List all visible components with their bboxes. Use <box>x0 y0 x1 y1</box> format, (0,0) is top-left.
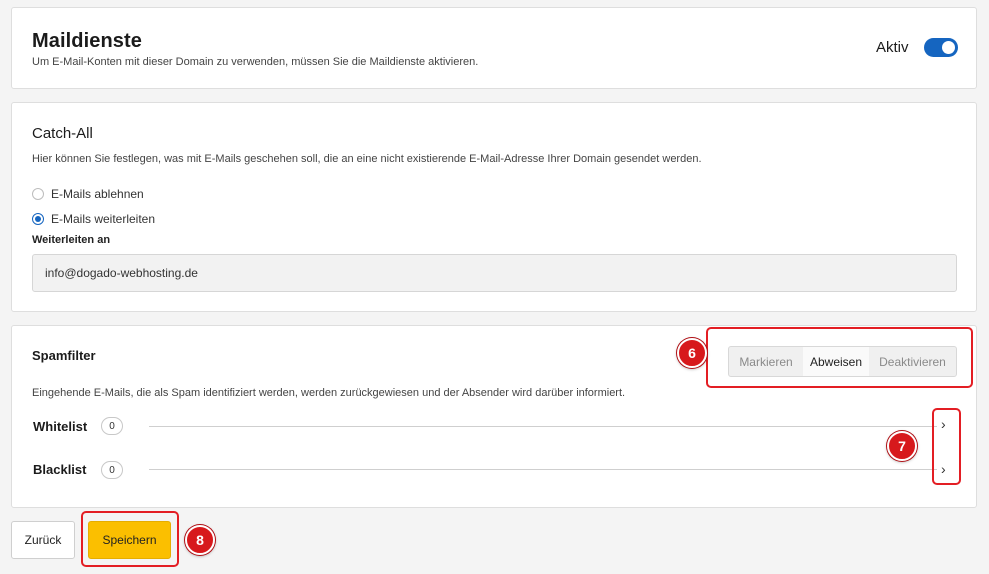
maildienste-title: Maildienste <box>32 30 143 52</box>
whitelist-count-badge: 0 <box>101 417 123 435</box>
whitelist-divider <box>149 426 937 427</box>
spamfilter-description: Eingehende E-Mails, die als Spam identif… <box>32 387 626 399</box>
forward-label: Weiterleiten an <box>32 234 111 246</box>
maildienste-card: Maildienste Um E-Mail-Konten mit dieser … <box>11 7 977 89</box>
radio-weiterleiten-label: E-Mails weiterleiten <box>51 212 156 226</box>
radio-ablehnen[interactable] <box>32 188 44 200</box>
blacklist-count-badge: 0 <box>101 461 123 479</box>
whitelist-count: 0 <box>109 420 115 432</box>
catch-all-description: Hier können Sie festlegen, was mit E-Mai… <box>32 153 702 165</box>
blacklist-count: 0 <box>109 464 115 476</box>
spamfilter-title: Spamfilter <box>32 348 96 363</box>
highlight-spam-mode <box>706 327 973 388</box>
marker-6-label: 6 <box>688 345 696 361</box>
catch-all-title: Catch-All <box>32 125 93 142</box>
catch-all-card: Catch-All Hier können Sie festlegen, was… <box>11 102 977 312</box>
marker-8: 8 <box>185 525 215 555</box>
radio-option-weiterleiten[interactable]: E-Mails weiterleiten <box>32 212 155 226</box>
toggle-knob <box>942 41 955 54</box>
radio-ablehnen-label: E-Mails ablehnen <box>51 187 144 201</box>
forward-input[interactable]: info@dogado-webhosting.de <box>32 254 957 292</box>
marker-7-label: 7 <box>898 438 906 454</box>
marker-8-label: 8 <box>196 532 204 548</box>
maildienste-toggle[interactable] <box>924 38 958 57</box>
forward-input-value: info@dogado-webhosting.de <box>45 266 198 280</box>
radio-weiterleiten[interactable] <box>32 213 44 225</box>
blacklist-label: Blacklist <box>33 462 87 477</box>
blacklist-divider <box>149 469 937 470</box>
highlight-save-button <box>81 511 179 567</box>
whitelist-label: Whitelist <box>33 419 88 434</box>
radio-option-ablehnen[interactable]: E-Mails ablehnen <box>32 187 144 201</box>
aktiv-label: Aktiv <box>876 39 909 56</box>
marker-7: 7 <box>887 431 917 461</box>
marker-6: 6 <box>677 338 707 368</box>
highlight-list-chevrons <box>932 408 961 485</box>
back-button[interactable]: Zurück <box>11 521 75 559</box>
maildienste-description: Um E-Mail-Konten mit dieser Domain zu ve… <box>32 56 479 68</box>
